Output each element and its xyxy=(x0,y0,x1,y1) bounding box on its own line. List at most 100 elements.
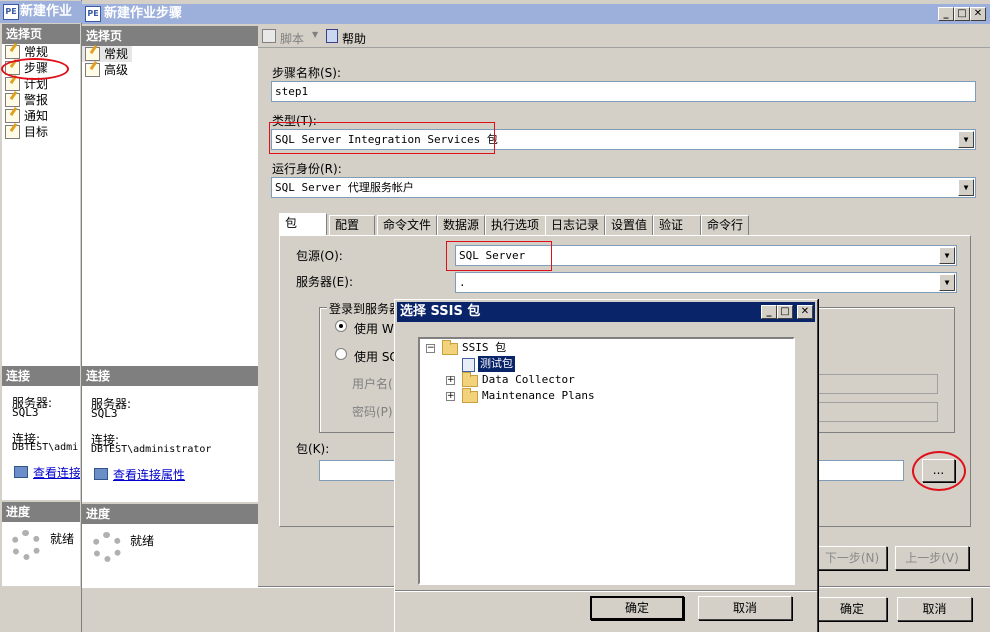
tree-item-maintenance-plans[interactable]: Maintenance Plans xyxy=(482,388,595,404)
tab-execution-options[interactable]: 执行选项 xyxy=(485,215,547,235)
close-button[interactable]: ✕ xyxy=(797,305,813,319)
server-value: SQL3 xyxy=(91,407,118,420)
connection-header: 连接 xyxy=(2,366,80,386)
script-icon xyxy=(262,29,276,43)
view-connection-link[interactable]: 查看连接 xyxy=(33,464,80,481)
chevron-down-icon[interactable]: ▼ xyxy=(958,131,974,148)
tree-item-data-collector[interactable]: Data Collector xyxy=(482,372,575,388)
window-title: 新建作业 xyxy=(20,4,73,19)
select-page-header: 选择页 xyxy=(82,26,258,46)
maximize-button[interactable]: □ xyxy=(954,7,970,21)
server-value: . xyxy=(459,276,466,289)
previous-step-button[interactable]: 上一步(V) xyxy=(895,546,969,570)
connection-properties-icon xyxy=(94,468,108,480)
dialog-titlebar: 选择 SSIS 包 _ □ ✕ xyxy=(397,302,815,322)
tree-item-test-package[interactable]: 测试包 xyxy=(478,356,515,372)
chevron-down-icon[interactable]: ▼ xyxy=(939,274,955,291)
password-label: 密码(P) xyxy=(352,405,393,419)
help-icon xyxy=(326,29,338,43)
window-title: 新建作业步骤 xyxy=(104,6,183,21)
server-select[interactable]: . ▼ xyxy=(455,272,957,293)
package-tree[interactable]: − SSIS 包 测试包 + Data Collector + Maintena… xyxy=(418,337,795,585)
progress-header: 进度 xyxy=(2,502,80,522)
username-label: 用户名( xyxy=(352,377,393,391)
tab-verification[interactable]: 验证 xyxy=(653,215,701,235)
windows-auth-radio[interactable] xyxy=(335,320,347,332)
dialog-cancel-button[interactable]: 取消 xyxy=(698,596,792,620)
tab-configuration[interactable]: 配置 xyxy=(329,215,375,235)
expand-icon[interactable]: + xyxy=(446,376,455,385)
tab-command-line[interactable]: 命令行 xyxy=(701,215,749,235)
folder-icon xyxy=(442,340,458,355)
step-name-input[interactable]: step1 xyxy=(271,81,976,102)
page-icon xyxy=(85,63,100,77)
expand-icon[interactable]: + xyxy=(446,392,455,401)
package-source-label: 包源(O): xyxy=(296,249,343,263)
dialog-separator xyxy=(395,590,817,592)
connection-panel: 服务器: SQL3 连接: DBTEST\administrator 查看连接属… xyxy=(82,386,258,502)
maximize-button[interactable]: □ xyxy=(777,305,793,319)
progress-status: 就绪 xyxy=(50,532,75,546)
tab-logging[interactable]: 日志记录 xyxy=(545,215,605,235)
select-ssis-package-dialog: 选择 SSIS 包 _ □ ✕ − SSIS 包 测试包 + Data Coll… xyxy=(394,299,818,632)
sql-auth-label: 使用 SQ xyxy=(354,350,399,364)
step-titlebar: PE 新建作业步骤 _ □ ✕ xyxy=(82,4,990,24)
page-icon xyxy=(85,47,100,61)
nav-item-targets[interactable]: 目标 xyxy=(2,124,80,140)
connection-value: DBTEST\admi xyxy=(12,442,79,453)
minimize-button[interactable]: _ xyxy=(938,7,954,21)
connection-panel: 服务器: SQL3 连接: DBTEST\admi 查看连接 xyxy=(2,386,80,500)
login-group-label: 登录到服务器 xyxy=(327,300,404,317)
progress-spinner-icon xyxy=(11,530,41,560)
server-label: 服务器(E): xyxy=(296,275,353,289)
steps-highlight-circle xyxy=(1,58,69,80)
connection-header: 连接 xyxy=(82,366,258,386)
nav-item-general[interactable]: 常规 xyxy=(82,46,132,62)
type-highlight-box xyxy=(269,122,495,154)
progress-spinner-icon xyxy=(92,532,122,562)
windows-auth-label: 使用 Wi xyxy=(354,322,397,336)
view-connection-properties-link[interactable]: 查看连接属性 xyxy=(113,466,185,483)
chevron-down-icon[interactable]: ▼ xyxy=(958,179,974,196)
script-button[interactable]: 脚本 xyxy=(280,30,304,47)
tab-command-files[interactable]: 命令文件 xyxy=(377,215,437,235)
connection-value: DBTEST\administrator xyxy=(91,444,212,455)
package-label: 包(K): xyxy=(296,442,330,456)
page-icon xyxy=(5,125,20,139)
cancel-button[interactable]: 取消 xyxy=(897,597,972,621)
progress-header: 进度 xyxy=(82,504,258,524)
ok-button[interactable]: 确定 xyxy=(817,597,887,621)
run-as-value: SQL Server 代理服务帐户 xyxy=(275,181,414,194)
username-input[interactable] xyxy=(818,374,938,394)
help-button[interactable]: 帮助 xyxy=(342,30,366,47)
collapse-icon[interactable]: − xyxy=(426,344,435,353)
tab-data-sources[interactable]: 数据源 xyxy=(437,215,485,235)
minimize-button[interactable]: _ xyxy=(761,305,777,319)
tree-root[interactable]: SSIS 包 xyxy=(462,340,506,356)
nav-item-alerts[interactable]: 警报 xyxy=(2,92,80,108)
sql-auth-radio[interactable] xyxy=(335,348,347,360)
tab-package[interactable]: 包 xyxy=(279,213,327,236)
progress-status: 就绪 xyxy=(130,534,155,548)
nav-item-advanced[interactable]: 高级 xyxy=(82,62,258,78)
run-as-select[interactable]: SQL Server 代理服务帐户 ▼ xyxy=(271,177,976,198)
new-job-titlebar: PE 新建作业 xyxy=(0,1,82,23)
app-icon: PE xyxy=(85,6,101,22)
password-input[interactable] xyxy=(818,402,938,422)
dialog-ok-button[interactable]: 确定 xyxy=(590,596,684,620)
app-icon: PE xyxy=(3,4,19,20)
script-dropdown-icon[interactable]: ▼ xyxy=(312,30,318,39)
toolbar: 脚本 ▼ 帮助 xyxy=(258,26,990,48)
nav-item-notifications[interactable]: 通知 xyxy=(2,108,80,124)
chevron-down-icon[interactable]: ▼ xyxy=(939,247,955,264)
step-nav-list: 常规 高级 xyxy=(82,46,258,366)
run-as-label: 运行身份(R): xyxy=(272,162,342,176)
close-button[interactable]: ✕ xyxy=(970,7,986,21)
progress-panel: 就绪 xyxy=(2,522,80,586)
progress-panel: 就绪 xyxy=(82,524,258,588)
page-icon xyxy=(5,45,20,59)
package-source-highlight-box xyxy=(446,241,552,271)
tab-set-values[interactable]: 设置值 xyxy=(605,215,653,235)
next-step-button[interactable]: 下一步(N) xyxy=(817,546,887,570)
page-icon xyxy=(5,109,20,123)
